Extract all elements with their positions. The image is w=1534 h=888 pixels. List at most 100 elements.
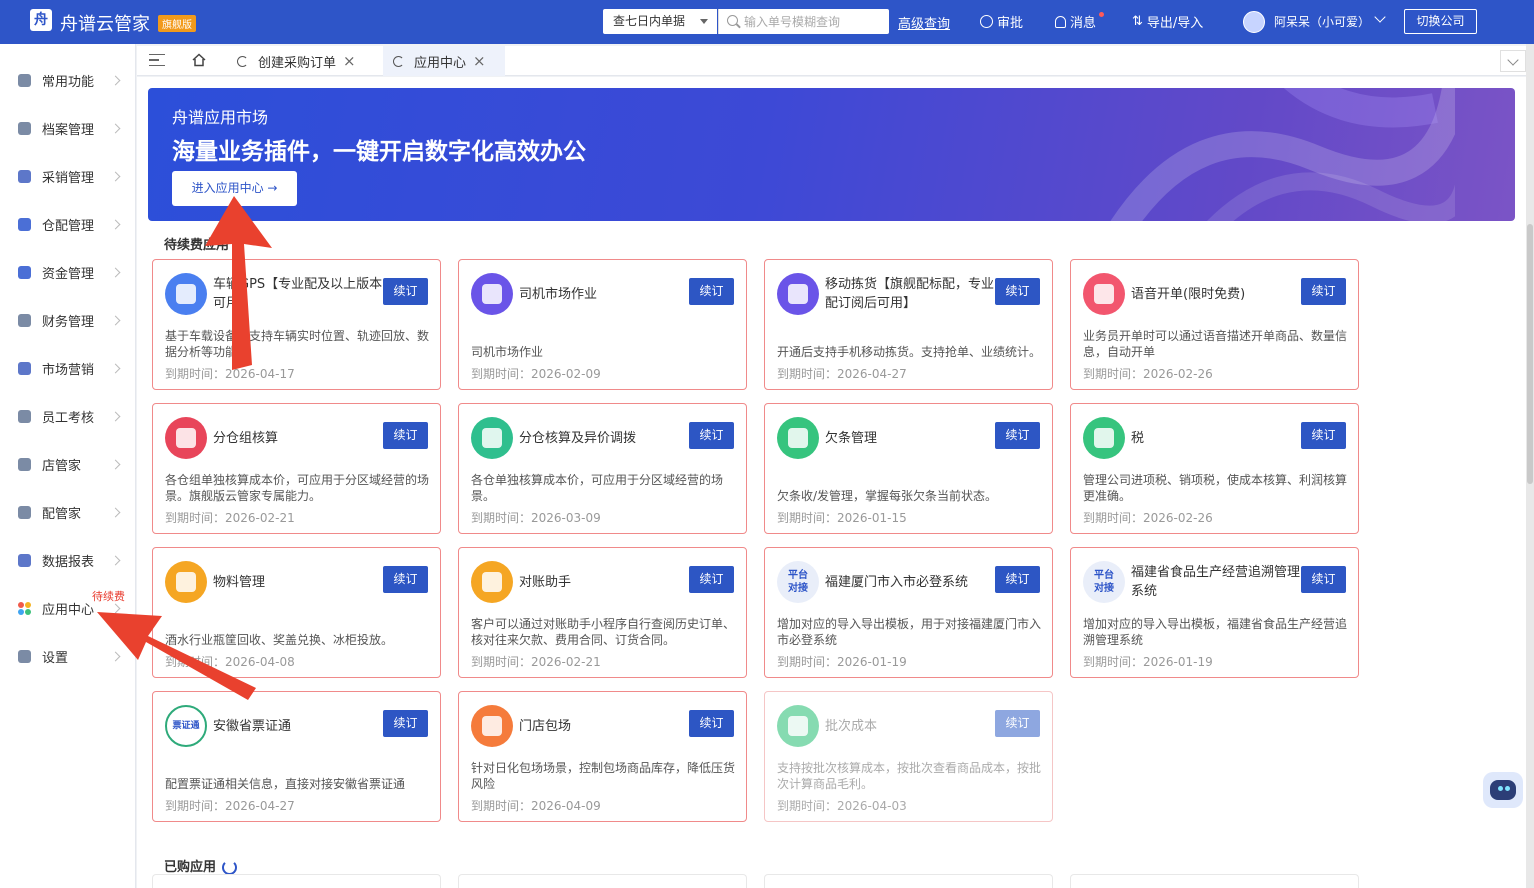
batch-cost-icon [777, 705, 819, 747]
tab-app-center[interactable]: 应用中心 × [383, 46, 505, 76]
app-card[interactable]: 票证通 安徽省票证通 续订 配置票证通相关信息，直接对接安徽省票证通 到期时间：2026… [152, 691, 441, 822]
sidebar-item-9[interactable]: 配管家 [0, 488, 136, 536]
renew-button[interactable]: 续订 [1301, 566, 1346, 593]
expiry-date: 到期时间：2026-01-15 [777, 511, 907, 525]
app-title: 移动拣货【旗舰配标配，专业配订阅后可用】 [825, 277, 995, 311]
renew-button[interactable]: 续订 [689, 566, 734, 593]
app-card[interactable]: 分仓组核算 续订 各仓组单独核算成本价，可应用于分区域经营的场景。旗舰版云管家专属能… [152, 403, 441, 534]
refresh-icon[interactable] [393, 55, 404, 67]
purchased-title: 已购应用 [164, 860, 217, 875]
app-title: 批次成本 [825, 719, 878, 734]
sidebar-item-12[interactable]: 设置 [0, 632, 136, 680]
icon-glyph [176, 572, 196, 592]
renew-button[interactable]: 续订 [689, 422, 734, 449]
sidebar-item-8[interactable]: 店管家 [0, 440, 136, 488]
scrollbar-thumb[interactable] [1527, 224, 1533, 484]
marketing-icon [18, 361, 31, 375]
purchased-app-card[interactable] [152, 874, 441, 888]
renew-button[interactable]: 续订 [689, 278, 734, 305]
app-card[interactable]: 移动拣货【旗舰配标配，专业配订阅后可用】 续订开通后支持手机移动拣货。支持抢单、业… [764, 259, 1053, 390]
sidebar-item-0[interactable]: 常用功能 [0, 56, 136, 104]
app-card[interactable]: 司机市场作业 续订 司机市场作业 到期时间：2026-02-09 [458, 259, 747, 390]
approval-button[interactable]: 审批 [980, 12, 1023, 31]
renew-button[interactable]: 续订 [995, 422, 1040, 449]
enter-app-center-button[interactable]: 进入应用中心 → [172, 171, 297, 206]
date-range-select[interactable]: 查七日内单据 [603, 9, 717, 34]
purchased-app-card[interactable] [764, 874, 1053, 888]
user-name[interactable]: 阿呆呆（小可爱） [1274, 13, 1370, 30]
search-input[interactable] [744, 12, 884, 31]
app-card[interactable]: 平台对接 福建省食品生产经营追溯管理系统 续订 增加对应的导入导出模板，福建省食品生产… [1070, 547, 1359, 678]
tab-menu-button[interactable] [1500, 50, 1526, 72]
expiry-date: 到期时间：2026-04-09 [471, 799, 601, 813]
renew-button[interactable]: 续订 [995, 566, 1040, 593]
app-title: 车辆GPS【专业配及以上版本可用】 [213, 277, 383, 311]
app-card[interactable]: 平台对接 福建厦门市入市必登系统 续订 增加对应的导入导出模板，用于对接福建厦门市入市… [764, 547, 1053, 678]
expiry-date: 到期时间：2026-03-09 [471, 511, 601, 525]
icon-text: 票证通 [172, 720, 200, 731]
sidebar-item-7[interactable]: 员工考核 [0, 392, 136, 440]
assistant-robot-icon[interactable] [1483, 772, 1523, 808]
sidebar-item-2[interactable]: 采销管理 [0, 152, 136, 200]
refresh-icon[interactable] [222, 860, 238, 875]
sidebar-item-6[interactable]: 市场营销 [0, 344, 136, 392]
expiry-date: 到期时间：2026-01-19 [777, 655, 907, 669]
purchased-app-card[interactable] [1070, 874, 1359, 888]
app-card[interactable]: 车辆GPS【专业配及以上版本可用】 续订 基于车载设备，支持车辆实时位置、轨迹回放、… [152, 259, 441, 390]
sidebar-item-label: 档案管理 [42, 122, 95, 138]
sidebar-item-4[interactable]: 资金管理 [0, 248, 136, 296]
chevron-down-icon[interactable] [1374, 11, 1386, 23]
tab-create-purchase-order[interactable]: 创建采购订单 × [227, 46, 373, 76]
app-card[interactable]: 门店包场 续订 针对日化包场场景，控制包场商品库存，降低压货风险 到期时间：2026-… [458, 691, 747, 822]
sidebar-item-5[interactable]: 财务管理 [0, 296, 136, 344]
refresh-icon[interactable] [237, 55, 248, 67]
expiry-date: 到期时间：2026-04-08 [165, 655, 295, 669]
app-card[interactable]: 物料管理 续订 酒水行业瓶筐回收、奖盖兑换、冰柜投放。 到期时间：2026-04-08 [152, 547, 441, 678]
renew-button[interactable]: 续订 [383, 278, 428, 305]
purchased-app-card[interactable] [458, 874, 747, 888]
sidebar-item-10[interactable]: 数据报表 [0, 536, 136, 584]
gear-icon [18, 649, 31, 663]
app-card[interactable]: 对账助手 续订 客户可以通过对账助手小程序自行查阅历史订单、核对往来欠款、费用合同、… [458, 547, 747, 678]
close-icon[interactable]: × [343, 52, 356, 70]
app-card[interactable]: 批次成本 续订 支持按批次核算成本，按批次查看商品成本，按批次计算商品毛利。 到期时间… [764, 691, 1053, 822]
app-card[interactable]: 分仓核算及异价调拨 续订 各仓单独核算成本价，可应用于分区域经营的场景。 到期时间：2… [458, 403, 747, 534]
app-card[interactable]: 语音开单(限时免费) 续订 业务员开单时可以通过语音描述开单商品、数量信息，自动开单… [1070, 259, 1359, 390]
export-import-button[interactable]: ⇅ 导出/导入 [1132, 12, 1203, 31]
sidebar-item-1[interactable]: 档案管理 [0, 104, 136, 152]
archive-icon [18, 121, 31, 135]
messages-button[interactable]: 消息 [1055, 12, 1104, 31]
icon-text: 平台对接 [1094, 570, 1114, 594]
advanced-query-link[interactable]: 高级查询 [898, 13, 950, 32]
sidebar-item-label: 市场营销 [42, 362, 95, 378]
switch-company-button[interactable]: 切换公司 [1404, 9, 1477, 34]
order-search[interactable] [718, 9, 889, 34]
iou-icon [777, 417, 819, 459]
mobile-picking-icon [777, 273, 819, 315]
main-content: 舟谱应用市场 海量业务插件，一键开启数字化高效办公 进入应用中心 → 待续费应用… [137, 77, 1526, 888]
renew-button[interactable]: 续订 [995, 710, 1040, 737]
renew-button[interactable]: 续订 [1301, 422, 1346, 449]
page-scrollbar[interactable] [1526, 44, 1534, 888]
renew-button[interactable]: 续订 [383, 710, 428, 737]
sidebar-item-3[interactable]: 仓配管理 [0, 200, 136, 248]
icon-glyph [1094, 284, 1114, 304]
chevron-right-icon [110, 123, 121, 133]
renew-button[interactable]: 续订 [689, 710, 734, 737]
app-card[interactable]: 欠条管理 续订 欠条收/发管理，掌握每张欠条当前状态。 到期时间：2026-01-15 [764, 403, 1053, 534]
sidebar-item-label: 采销管理 [42, 170, 95, 186]
home-icon[interactable] [192, 53, 206, 67]
renew-button[interactable]: 续订 [383, 422, 428, 449]
app-card[interactable]: 税 续订 管理公司进项税、销项税，使成本核算、利润核算更准确。 到期时间：2026-0… [1070, 403, 1359, 534]
app-description: 针对日化包场场景，控制包场商品库存，降低压货风险 [471, 761, 736, 791]
app-description: 开通后支持手机移动拣货。支持抢单、业绩统计。 [777, 345, 1042, 359]
renew-button[interactable]: 续订 [995, 278, 1040, 305]
menu-collapse-icon[interactable] [149, 54, 165, 66]
close-icon[interactable]: × [473, 52, 486, 70]
avatar[interactable] [1243, 11, 1265, 33]
sidebar-item-11[interactable]: 应用中心 待续费 [0, 584, 136, 632]
app-title: 对账助手 [519, 575, 572, 590]
renew-button[interactable]: 续订 [1301, 278, 1346, 305]
app-title: 司机市场作业 [519, 287, 598, 302]
renew-button[interactable]: 续订 [383, 566, 428, 593]
